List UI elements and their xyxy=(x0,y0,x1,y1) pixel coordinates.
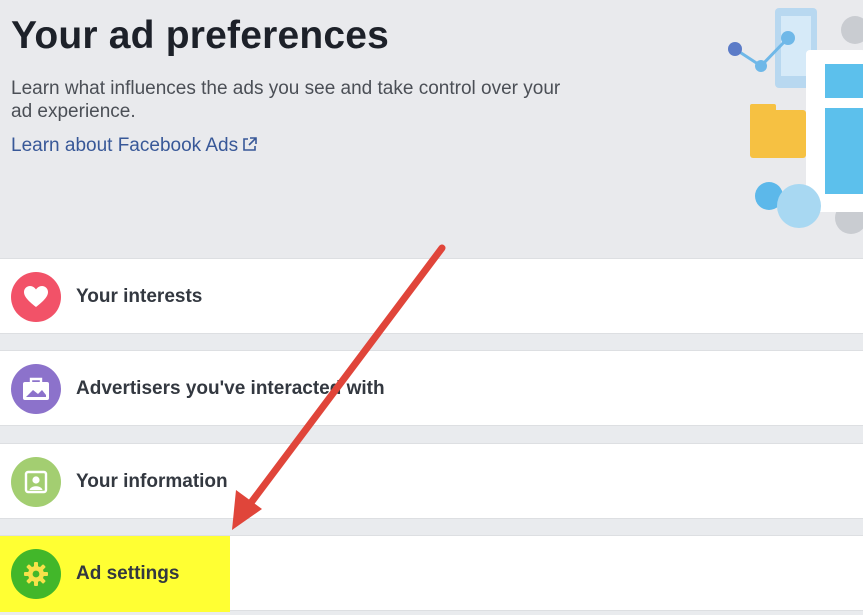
learn-link-label: Learn about Facebook Ads xyxy=(11,135,239,156)
row-ad-settings[interactable]: Ad settings xyxy=(0,535,863,612)
row-label: Your information xyxy=(76,471,228,492)
your-information-icon-circle xyxy=(11,457,61,507)
heart-icon xyxy=(24,286,48,307)
your-interests-icon-circle xyxy=(11,272,61,322)
page-header: Your ad preferences Learn what influence… xyxy=(0,0,863,258)
row-advertisers[interactable]: Advertisers you've interacted with xyxy=(0,350,863,426)
advertisers-icon-circle xyxy=(11,364,61,414)
external-link-icon xyxy=(243,137,257,151)
ad-settings-icon-circle xyxy=(11,549,61,599)
gear-icon xyxy=(24,562,48,586)
page-title: Your ad preferences xyxy=(11,14,390,57)
briefcase-icon xyxy=(23,377,49,400)
page-description: Learn what influences the ads you see an… xyxy=(11,78,561,122)
row-your-information[interactable]: Your information xyxy=(0,443,863,519)
row-label: Advertisers you've interacted with xyxy=(76,378,385,399)
row-label: Your interests xyxy=(76,286,203,307)
learn-about-ads-link[interactable]: Learn about Facebook Ads xyxy=(11,135,257,157)
profile-icon xyxy=(24,470,48,494)
ad-preferences-illustration xyxy=(728,8,863,234)
row-your-interests[interactable]: Your interests xyxy=(0,258,863,334)
row-label: Ad settings xyxy=(76,563,180,584)
